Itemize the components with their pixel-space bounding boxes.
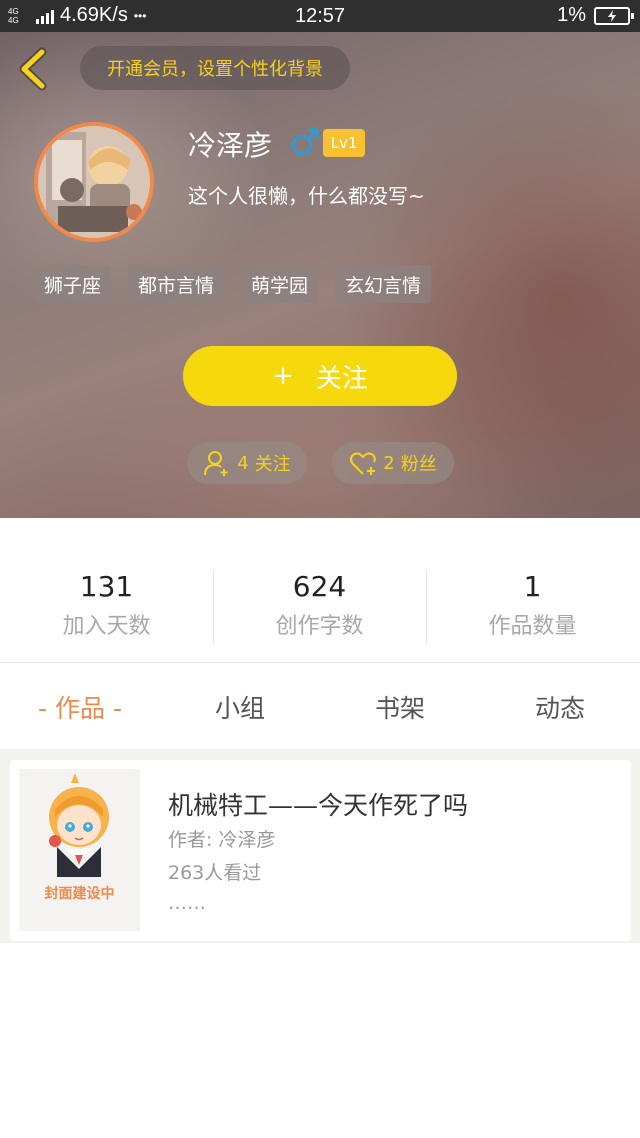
heart-add-icon xyxy=(350,452,377,475)
tag-item[interactable]: 狮子座 xyxy=(34,265,112,303)
stats-row: 131 加入天数 624 创作字数 1 作品数量 xyxy=(0,518,640,663)
stat-word-count: 624 创作字数 xyxy=(213,570,426,640)
back-button[interactable] xyxy=(14,44,54,94)
battery-icon xyxy=(594,6,634,25)
tab-activity[interactable]: 动态 xyxy=(480,689,640,725)
works-list: 封面建设中 机械特工——今天作死了吗 作者: 冷泽彦 263人看过 …… xyxy=(0,749,640,943)
book-description: …… xyxy=(168,892,206,914)
stat-join-days: 131 加入天数 xyxy=(0,570,213,640)
stat-value: 1 xyxy=(523,570,542,603)
tab-works[interactable]: - 作品 - xyxy=(0,689,160,725)
stat-label: 加入天数 xyxy=(62,614,151,639)
chevron-left-icon xyxy=(19,47,47,91)
book-title[interactable]: 机械特工——今天作死了吗 xyxy=(168,786,468,822)
tab-groups[interactable]: 小组 xyxy=(160,689,320,725)
plus-icon: + xyxy=(272,361,294,391)
male-gender-icon xyxy=(292,128,319,155)
vip-background-banner[interactable]: 开通会员，设置个性化背景 xyxy=(80,46,350,90)
following-label: 关注 xyxy=(254,454,291,475)
fans-label: 粉丝 xyxy=(400,454,437,475)
book-views: 263人看过 xyxy=(168,862,262,884)
avatar[interactable] xyxy=(34,122,154,242)
following-count: 4 xyxy=(237,452,249,474)
stat-work-count: 1 作品数量 xyxy=(426,570,639,640)
user-bio: 这个人很懒，什么都没写~ xyxy=(188,184,425,208)
fans-count-button[interactable]: 2 粉丝 xyxy=(332,442,454,484)
profile-header: 4G 4G 4.69K/s ••• 12:57 1% 开通会员，设置个性化背景 xyxy=(0,0,640,518)
stat-label: 创作字数 xyxy=(275,614,364,639)
user-name: 冷泽彦 xyxy=(188,129,273,162)
level-badge: Lv1 xyxy=(323,129,365,157)
battery-percent: 1% xyxy=(557,4,586,26)
tag-list: 狮子座 都市言情 萌学园 玄幻言情 xyxy=(34,265,432,303)
book-cover: 封面建设中 xyxy=(19,769,140,931)
cover-label: 封面建设中 xyxy=(44,886,115,902)
user-add-icon xyxy=(204,451,228,476)
following-count-button[interactable]: 4 关注 xyxy=(187,442,307,484)
follow-button[interactable]: + 关注 xyxy=(183,346,457,406)
stat-label: 作品数量 xyxy=(488,614,577,639)
tag-item[interactable]: 萌学园 xyxy=(241,265,319,303)
tag-item[interactable]: 玄幻言情 xyxy=(335,265,432,303)
stat-value: 624 xyxy=(292,570,347,603)
tag-item[interactable]: 都市言情 xyxy=(128,265,225,303)
book-author: 作者: 冷泽彦 xyxy=(168,829,276,851)
list-item[interactable]: 封面建设中 机械特工——今天作死了吗 作者: 冷泽彦 263人看过 …… xyxy=(10,760,631,941)
status-bar: 4G 4G 4.69K/s ••• 12:57 1% xyxy=(0,0,640,32)
tab-bookshelf[interactable]: 书架 xyxy=(320,689,480,725)
follow-button-label: 关注 xyxy=(315,363,368,394)
cover-placeholder-icon xyxy=(49,773,109,877)
stat-value: 131 xyxy=(79,570,134,603)
clock: 12:57 xyxy=(294,5,346,27)
fans-count: 2 xyxy=(383,452,395,474)
tab-bar: - 作品 - 小组 书架 动态 xyxy=(0,663,640,749)
